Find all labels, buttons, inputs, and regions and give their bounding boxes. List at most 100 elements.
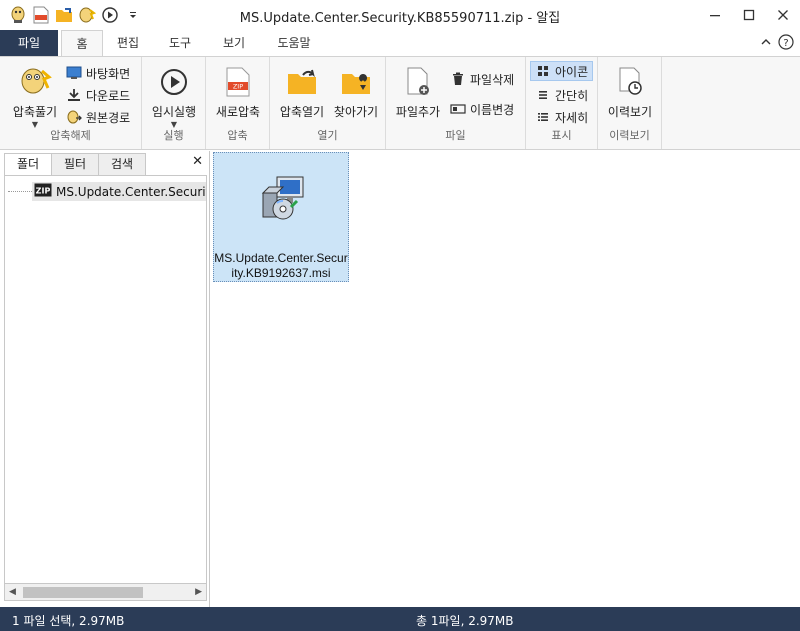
folder-tree: ZIP MS.Update.Center.Security.K bbox=[4, 175, 207, 583]
extract-download-button[interactable]: 다운로드 bbox=[66, 85, 130, 105]
folder-pane-tabs: 폴더 필터 검색 bbox=[4, 153, 146, 176]
scroll-left-icon[interactable]: ◀ bbox=[9, 587, 16, 597]
view-simple-label: 간단히 bbox=[555, 88, 589, 103]
tab-home[interactable]: 홈 bbox=[61, 30, 103, 57]
open-group-label: 열기 bbox=[317, 129, 338, 142]
tab-filter[interactable]: 필터 bbox=[51, 153, 99, 175]
trash-icon bbox=[450, 71, 466, 87]
history-group-label: 이력보기 bbox=[609, 129, 650, 142]
extract-group-label: 압축해제 bbox=[50, 129, 91, 142]
rename-label: 이름변경 bbox=[470, 102, 515, 117]
msi-installer-icon bbox=[253, 171, 309, 227]
run-group: 임시실행 ▼ 실행 bbox=[142, 57, 206, 149]
file-item[interactable]: MS.Update.Center.Security.KB9192637.msi bbox=[213, 152, 349, 282]
ribbon-help-controls: ? bbox=[760, 34, 794, 53]
play-circle-icon bbox=[157, 65, 191, 99]
extract-original-path-button[interactable]: 원본경로 bbox=[66, 107, 130, 127]
view-mode-group: 아이콘 간단히 자세히 표시 bbox=[526, 57, 598, 149]
add-file-button[interactable]: 파일추가 bbox=[392, 65, 444, 120]
extract-mascot-icon bbox=[18, 65, 52, 99]
svg-text:?: ? bbox=[783, 38, 788, 49]
compress-group-label: 압축 bbox=[227, 129, 248, 142]
status-bar: 1 파일 선택, 2.97MB 총 1파일, 2.97MB bbox=[0, 607, 800, 631]
view-group-label: 표시 bbox=[551, 129, 572, 142]
open-archive-folder-icon bbox=[285, 65, 319, 99]
grid-icon bbox=[535, 63, 551, 79]
window-title: MS.Update.Center.Security.KB85590711.zip… bbox=[239, 11, 561, 26]
maximize-button[interactable] bbox=[732, 0, 766, 30]
rename-button[interactable]: 이름변경 bbox=[450, 99, 514, 119]
extract-group: 압축풀기 ▼ 바탕화면 다운로드 원본경로 압축해제 bbox=[0, 57, 142, 149]
tree-connector bbox=[8, 191, 32, 192]
add-file-label: 파일추가 bbox=[395, 105, 441, 119]
scroll-thumb[interactable] bbox=[23, 587, 143, 598]
history-icon bbox=[613, 65, 647, 99]
close-pane-icon[interactable]: ✕ bbox=[192, 154, 203, 169]
folder-pane: 폴더 필터 검색 ✕ ZIP MS.Update.Center.Security… bbox=[0, 151, 210, 607]
title-bar: MS.Update.Center.Security.KB85590711.zip… bbox=[0, 0, 800, 30]
tab-file[interactable]: 파일 bbox=[0, 30, 58, 56]
add-file-icon bbox=[401, 65, 435, 99]
tree-horizontal-scrollbar[interactable]: ◀ ▶ bbox=[4, 583, 207, 601]
file-list-pane: MS.Update.Center.Security.KB9192637.msi bbox=[211, 151, 800, 607]
history-label: 이력보기 bbox=[607, 105, 653, 119]
open-group: 압축열기 찾아가기 열기 bbox=[270, 57, 386, 149]
status-selection: 1 파일 선택, 2.97MB bbox=[12, 614, 125, 628]
file-item-name: MS.Update.Center.Security.KB9192637.msi bbox=[214, 251, 348, 280]
close-button[interactable] bbox=[766, 0, 800, 30]
tab-tools[interactable]: 도구 bbox=[158, 30, 202, 56]
svg-text:ZIP: ZIP bbox=[36, 187, 51, 196]
tab-folder[interactable]: 폴더 bbox=[4, 153, 52, 176]
run-group-label: 실행 bbox=[163, 129, 184, 142]
history-button[interactable]: 이력보기 bbox=[604, 65, 656, 120]
minimize-button[interactable] bbox=[698, 0, 732, 30]
view-detail-label: 자세히 bbox=[555, 110, 589, 125]
help-icon[interactable]: ? bbox=[778, 34, 794, 53]
scroll-right-icon[interactable]: ▶ bbox=[195, 587, 202, 597]
file-group-label: 파일 bbox=[445, 129, 466, 142]
view-icon-label: 아이콘 bbox=[555, 64, 589, 79]
extract-desktop-button[interactable]: 바탕화면 bbox=[66, 63, 130, 83]
new-zip-label: 새로압축 bbox=[215, 105, 261, 119]
original-path-icon bbox=[66, 109, 82, 125]
window-controls bbox=[698, 0, 800, 30]
delete-file-label: 파일삭제 bbox=[470, 72, 515, 87]
find-button[interactable]: 찾아가기 bbox=[330, 65, 382, 120]
list-icon bbox=[535, 87, 551, 103]
ribbon-tab-row: 파일 홈 편집 도구 보기 도움말 ? bbox=[0, 30, 800, 57]
new-zip-button[interactable]: ZIP 새로압축 bbox=[212, 65, 264, 120]
tree-item-archive[interactable]: ZIP MS.Update.Center.Security.K bbox=[5, 182, 206, 201]
open-archive-button[interactable]: 압축열기 bbox=[276, 65, 328, 120]
extract-label: 압축풀기 bbox=[12, 105, 58, 119]
tree-item-label: MS.Update.Center.Security.K bbox=[56, 184, 206, 199]
temp-run-label: 임시실행 bbox=[151, 105, 197, 119]
new-zip-file-icon: ZIP bbox=[221, 65, 255, 99]
download-icon bbox=[66, 87, 82, 103]
original-path-label: 원본경로 bbox=[86, 110, 131, 125]
tab-view[interactable]: 보기 bbox=[212, 30, 256, 56]
view-detail-button[interactable]: 자세히 bbox=[535, 107, 588, 127]
file-group: 파일추가 파일삭제 이름변경 파일 bbox=[386, 57, 526, 149]
find-folder-icon bbox=[339, 65, 373, 99]
detail-list-icon bbox=[535, 109, 551, 125]
tab-help[interactable]: 도움말 bbox=[266, 30, 322, 56]
desktop-icon bbox=[66, 65, 82, 81]
collapse-ribbon-icon[interactable] bbox=[760, 36, 772, 51]
delete-file-button[interactable]: 파일삭제 bbox=[450, 69, 514, 89]
rename-icon bbox=[450, 101, 466, 117]
tab-search[interactable]: 검색 bbox=[98, 153, 146, 175]
temp-run-button[interactable]: 임시실행 ▼ bbox=[148, 65, 200, 129]
find-label: 찾아가기 bbox=[333, 105, 379, 119]
status-total: 총 1파일, 2.97MB bbox=[416, 614, 514, 628]
tree-item-selected[interactable]: ZIP MS.Update.Center.Security.K bbox=[32, 182, 206, 201]
view-icon-button[interactable]: 아이콘 bbox=[530, 61, 594, 81]
view-simple-button[interactable]: 간단히 bbox=[535, 85, 588, 105]
desktop-label: 바탕화면 bbox=[86, 66, 131, 81]
zip-file-icon: ZIP bbox=[34, 183, 52, 200]
extract-button[interactable]: 압축풀기 ▼ bbox=[8, 65, 62, 129]
open-archive-label: 압축열기 bbox=[279, 105, 325, 119]
history-group: 이력보기 이력보기 bbox=[598, 57, 662, 149]
compress-group: ZIP 새로압축 압축 bbox=[206, 57, 270, 149]
svg-text:ZIP: ZIP bbox=[233, 83, 243, 91]
tab-edit[interactable]: 편집 bbox=[106, 30, 150, 56]
